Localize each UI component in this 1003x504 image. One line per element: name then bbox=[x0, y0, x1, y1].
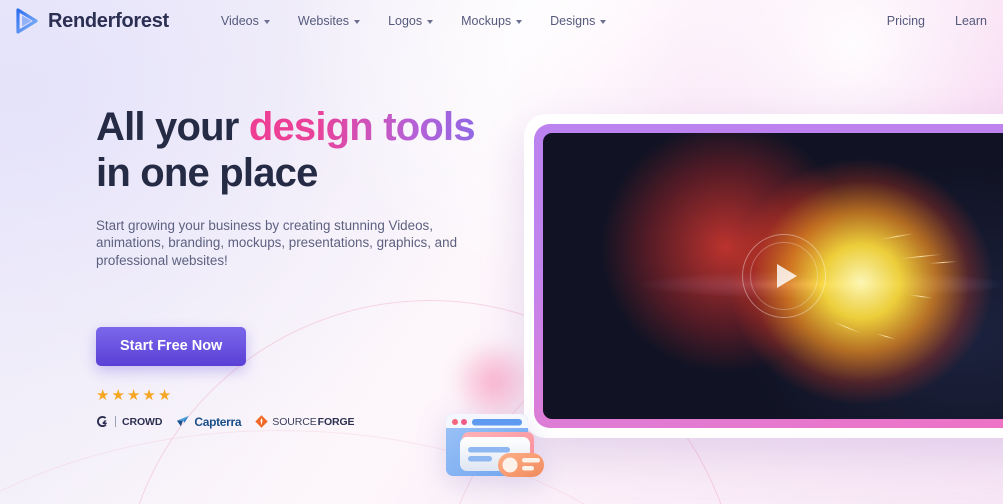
star-icon: ★ bbox=[96, 386, 110, 404]
landing-page: Renderforest Videos Websites Logos Mocku… bbox=[0, 0, 1003, 504]
spark-streak bbox=[909, 294, 934, 300]
chevron-down-icon bbox=[600, 19, 607, 24]
nav-item-learn[interactable]: Learn bbox=[955, 14, 987, 28]
spark-streak bbox=[899, 253, 942, 260]
nav-item-label: Designs bbox=[550, 14, 596, 28]
site-header: Renderforest Videos Websites Logos Mocku… bbox=[0, 0, 1003, 42]
nav-item-mockups[interactable]: Mockups bbox=[461, 14, 523, 28]
g2-crowd-icon bbox=[96, 416, 107, 428]
nav-item-label: Logos bbox=[388, 14, 423, 28]
play-icon bbox=[777, 264, 797, 288]
spark-streak bbox=[880, 233, 915, 241]
badge-sourceforge[interactable]: SOURCE FORGE bbox=[255, 415, 355, 429]
headline-highlight: design tools bbox=[248, 105, 476, 149]
floating-ui-illustration bbox=[446, 414, 544, 477]
chevron-down-icon bbox=[354, 19, 361, 24]
page-title: All your design tools in one place bbox=[96, 104, 516, 197]
badge-label-light: SOURCE bbox=[272, 415, 317, 428]
play-triangle-logo-icon bbox=[16, 8, 38, 34]
star-icon: ★ bbox=[157, 386, 172, 404]
badge-label-bold: FORGE bbox=[317, 415, 355, 428]
video-frame-border bbox=[534, 124, 1003, 428]
hero-subtext: Start growing your business by creating … bbox=[96, 217, 458, 269]
nav-item-label: Videos bbox=[220, 14, 259, 28]
badge-label: Capterra bbox=[194, 414, 242, 429]
headline-line2: in one place bbox=[96, 151, 318, 196]
video-preview-card[interactable] bbox=[524, 114, 1003, 438]
secondary-navigation: Pricing Learn bbox=[887, 14, 989, 28]
hero-content: All your design tools in one place Start… bbox=[96, 104, 516, 429]
badge-label: CROWD bbox=[122, 415, 163, 428]
spark-streak bbox=[928, 260, 957, 265]
browser-address-bar bbox=[472, 419, 522, 426]
toggle-line-1 bbox=[522, 458, 540, 463]
primary-navigation: Videos Websites Logos Mockups Designs bbox=[221, 14, 607, 28]
chevron-down-icon bbox=[427, 19, 434, 24]
content-line-1 bbox=[468, 447, 510, 453]
capterra-icon bbox=[177, 416, 189, 427]
nav-item-logos[interactable]: Logos bbox=[388, 14, 434, 28]
toggle-knob bbox=[502, 457, 518, 473]
star-icon: ★ bbox=[126, 386, 141, 404]
nav-item-label: Mockups bbox=[461, 14, 512, 28]
nav-item-websites[interactable]: Websites bbox=[297, 14, 361, 28]
nav-item-videos[interactable]: Videos bbox=[221, 14, 270, 28]
chevron-down-icon bbox=[263, 19, 270, 24]
spark-streak bbox=[833, 321, 862, 335]
nav-item-pricing[interactable]: Pricing bbox=[887, 14, 925, 28]
content-line-2 bbox=[468, 456, 492, 462]
window-dot-red bbox=[452, 419, 458, 425]
brand-name: Renderforest bbox=[48, 9, 169, 32]
sourceforge-icon bbox=[255, 415, 269, 429]
start-free-now-button[interactable]: Start Free Now bbox=[96, 326, 247, 366]
nav-item-designs[interactable]: Designs bbox=[550, 14, 607, 28]
play-button[interactable] bbox=[742, 234, 826, 318]
star-icon: ★ bbox=[111, 386, 125, 404]
video-thumbnail[interactable] bbox=[543, 133, 1003, 419]
nav-item-label: Pricing bbox=[886, 14, 926, 28]
window-dot-pink bbox=[461, 419, 467, 425]
spark-streak bbox=[875, 333, 896, 341]
toggle-line-2 bbox=[522, 466, 534, 471]
nav-item-label: Websites bbox=[297, 14, 350, 28]
headline-line1-plain: All your bbox=[96, 105, 249, 149]
star-icon: ★ bbox=[142, 386, 156, 404]
badge-divider bbox=[115, 416, 116, 428]
star-rating: ★ ★ ★ ★ ★ bbox=[96, 388, 516, 403]
decorative-arc-3 bbox=[0, 430, 730, 504]
nav-item-label: Learn bbox=[955, 14, 987, 28]
badge-g2-crowd[interactable]: CROWD bbox=[96, 415, 162, 428]
brand-logo[interactable]: Renderforest bbox=[14, 8, 169, 34]
badge-capterra[interactable]: Capterra bbox=[176, 414, 242, 429]
chevron-down-icon bbox=[516, 19, 523, 24]
